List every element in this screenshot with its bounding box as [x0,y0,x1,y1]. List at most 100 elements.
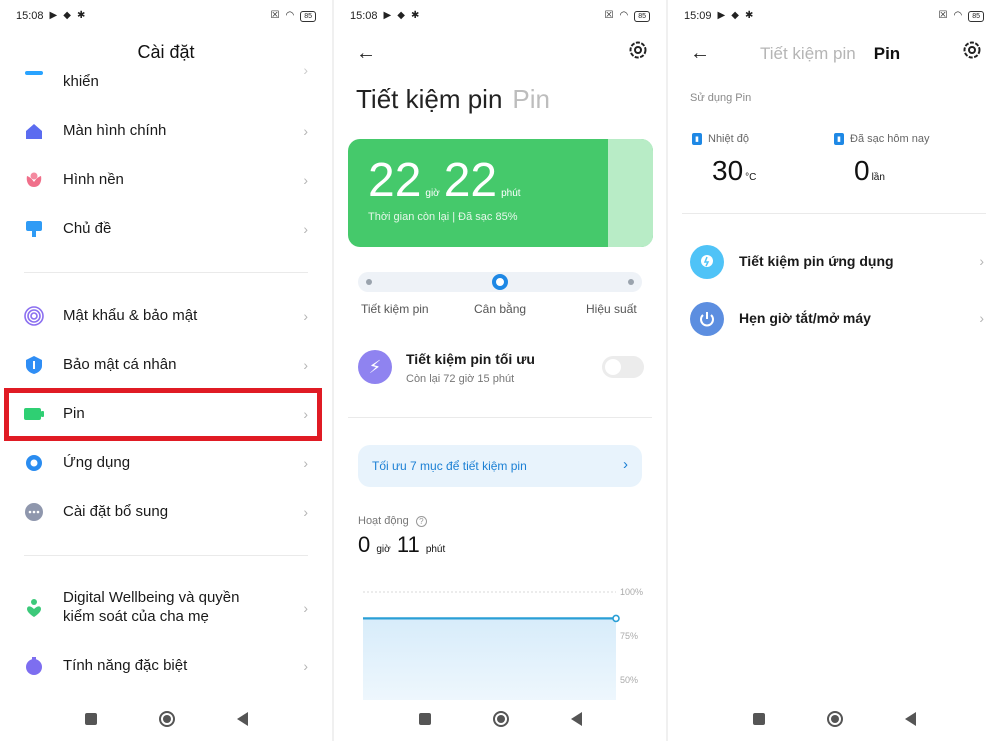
back-arrow-icon[interactable]: ← [356,42,376,65]
minutes-unit: phút [501,188,521,199]
mode-label-saver[interactable]: Tiết kiệm pin [361,302,429,316]
optimal-saver-toggle[interactable] [602,356,644,378]
remaining-hours: 22 [368,154,422,207]
home-icon [24,121,44,141]
settings-item-label: Digital Wellbeing và quyền kiểm soát của… [63,589,240,625]
settings-item-label: Hình nền [63,170,124,188]
status-bar: 15:08 ▶ ◆ ✱ ☒ ◠ 85 [16,8,316,24]
chart-tick-label: 75% [620,631,638,641]
tab-battery-saver[interactable]: Tiết kiệm pin [760,44,856,63]
gear-icon[interactable] [628,40,650,62]
chevron-right-icon: › [303,123,308,139]
help-icon[interactable]: ? [415,516,427,527]
chart-area [363,618,616,700]
plug-icon: ▮ [834,133,844,145]
chevron-right-icon: › [303,504,308,520]
page-title: Tiết kiệm pin Pin [356,84,550,115]
battery-saver-screen: 15:08 ▶ ◆ ✱ ☒ ◠ 85 ← Tiết kiệm pin Pin 22… [334,0,666,741]
settings-item-label: khiển [63,72,99,90]
shield-icon: ◆ [731,10,739,21]
gear-status-icon: ✱ [744,10,754,21]
chevron-right-icon: › [303,455,308,471]
nav-bar [668,709,1000,729]
wifi-icon: ◠ [619,10,629,21]
section-label: Sử dụng Pin [690,92,752,104]
settings-item-apps[interactable]: Ứng dụng › [0,439,332,487]
settings-item-wallpaper[interactable]: Hình nền › [0,156,332,204]
chevron-right-icon: › [303,221,308,237]
settings-item-label: Cài đặt bổ sung [63,502,169,520]
settings-item-password-security[interactable]: Mật khẩu & bảo mật › [0,292,332,340]
mode-label-performance[interactable]: Hiệu suất [586,302,637,316]
status-bar: 15:09 ▶ ◆ ✱ ☒ ◠ 85 [684,8,984,24]
activity-value: 0 giờ 11 phút [358,532,445,558]
mode-label-balanced[interactable]: Cân bằng [474,302,526,316]
chevron-right-icon: › [303,172,308,188]
divider [24,555,308,556]
thermometer-icon: ▮ [692,133,702,145]
recent-apps-button[interactable] [752,713,765,725]
home-button[interactable] [158,711,175,727]
optimize-tip-button[interactable]: Tối ưu 7 mục để tiết kiệm pin › [358,445,642,487]
optimal-saver-subtitle: Còn lại 72 giờ 15 phút [406,373,515,385]
app-battery-saver-row[interactable]: Tiết kiệm pin ứng dụng › [690,243,984,283]
gear-icon[interactable] [962,40,984,62]
settings-item-label: Tính năng đặc biệt [63,656,188,674]
control-icon [24,71,44,92]
settings-item-control[interactable]: khiển › [0,58,332,106]
tab-battery[interactable]: Pin [874,44,900,63]
settings-item-wellbeing[interactable]: Digital Wellbeing và quyền kiểm soát của… [0,584,332,632]
mode-dot-performance[interactable] [628,279,634,285]
battery-usage-chart: 100% 75% 50% [363,587,643,700]
chevron-right-icon: › [979,253,984,269]
battery-card: 22 giờ22 phút Thời gian còn lại | Đã sạc 8… [348,139,653,247]
charges-value: 0 [854,155,870,186]
settings-item-home[interactable]: Màn hình chính › [0,107,332,155]
recent-apps-button[interactable] [418,713,431,725]
play-icon: ▶ [49,10,58,21]
privacy-icon [24,355,44,375]
settings-item-additional[interactable]: Cài đặt bổ sung › [0,488,332,536]
settings-item-special[interactable]: Tính năng đặc biệt › [0,642,332,690]
back-button[interactable] [236,712,248,726]
temperature-unit: °C [745,172,757,183]
divider [24,272,308,273]
title-battery[interactable]: Pin [512,84,550,114]
play-icon: ▶ [383,10,392,21]
power-icon [690,302,724,336]
charges-unit: lần [871,172,885,183]
schedule-power-row[interactable]: Hẹn giờ tắt/mở máy › [690,300,984,340]
settings-item-label: Mật khẩu & bảo mật [63,306,198,324]
apps-gear-icon [24,453,44,473]
close-box-icon: ☒ [270,10,280,21]
optimal-saver-title: Tiết kiệm pin tối ưu [406,351,535,367]
chart-point [612,614,620,623]
play-icon: ▶ [717,10,726,21]
activity-hours-unit: giờ [376,544,391,555]
chevron-right-icon: › [303,308,308,324]
mode-dot-saver[interactable] [366,279,372,285]
hours-unit: giờ [425,188,440,199]
wifi-icon: ◠ [953,10,963,21]
title-battery-saver[interactable]: Tiết kiệm pin [356,84,502,114]
shield-icon: ◆ [397,10,405,21]
settings-item-label: Ứng dụng [63,453,131,471]
mode-dot-balanced[interactable] [492,274,508,290]
activity-label-text: Hoạt động [358,515,409,527]
home-button[interactable] [826,711,843,727]
home-button[interactable] [492,711,509,727]
back-button[interactable] [904,712,916,726]
chevron-right-icon: › [303,62,308,78]
activity-label: Hoạt động ? [358,515,427,527]
mode-slider[interactable] [358,272,642,292]
settings-item-privacy[interactable]: Bảo mật cá nhân › [0,341,332,389]
back-button[interactable] [570,712,582,726]
settings-item-label: Màn hình chính [63,121,167,139]
back-arrow-icon[interactable]: ← [690,42,710,65]
temperature-value: 30 [712,155,744,186]
lightbulb-icon [690,245,724,279]
chart-tick-label: 100% [620,587,643,597]
recent-apps-button[interactable] [84,713,97,725]
flower-icon [24,170,44,190]
settings-item-theme[interactable]: Chủ đề › [0,205,332,253]
